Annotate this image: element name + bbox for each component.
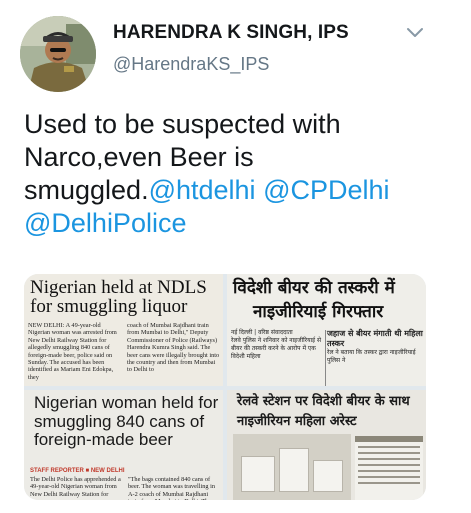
mention-htdelhi[interactable]: @htdelhi bbox=[149, 175, 256, 205]
clipping-byline: STAFF REPORTER ■ NEW DELHI bbox=[30, 468, 125, 474]
media-grid: Nigerian held at NDLS for smuggling liqu… bbox=[24, 274, 426, 500]
mention-delhipolice[interactable]: @DelhiPolice bbox=[24, 208, 186, 238]
photo-box bbox=[279, 448, 309, 492]
photo-box bbox=[313, 460, 343, 492]
clipping-headline: नाइजीरियाई गिरफ्तार bbox=[253, 302, 384, 322]
clipping-photo bbox=[233, 434, 351, 500]
news-clipping-3[interactable]: Nigerian woman held for smuggling 840 ca… bbox=[24, 390, 223, 500]
chevron-down-icon[interactable] bbox=[404, 24, 426, 42]
tweet-text: Used to be suspected with Narco,even Bee… bbox=[24, 108, 454, 240]
clipping-column: NEW DELHI: A 49-year-old Nigerian woman … bbox=[28, 322, 117, 381]
clipping-headline: Nigerian held at NDLS for smuggling liqu… bbox=[30, 277, 207, 317]
news-clipping-4[interactable]: रेलवे स्टेशन पर विदेशी बीयर के साथ नाइजी… bbox=[227, 390, 426, 500]
clipping-columns: NEW DELHI: A 49-year-old Nigerian woman … bbox=[28, 322, 220, 381]
avatar[interactable] bbox=[20, 16, 96, 92]
mention-cpdelhi[interactable]: @CPDelhi bbox=[263, 175, 389, 205]
clipping-sidebar bbox=[355, 436, 423, 500]
clipping-headline: रेलवे स्टेशन पर विदेशी बीयर के साथ नाइजी… bbox=[237, 394, 410, 429]
clipping-column: नई दिल्ली | वरिष्ठ संवाददाता रेलवे पुलिस… bbox=[231, 329, 323, 361]
clipping-column: जहाज से बीयर मंगाती थी महिला तस्कर रेल न… bbox=[327, 329, 423, 365]
clipping-subhead: जहाज से बीयर मंगाती थी महिला तस्कर bbox=[327, 329, 423, 348]
avatar-image bbox=[20, 16, 96, 92]
display-name[interactable]: HARENDRA K SINGH, IPS bbox=[113, 22, 349, 44]
text-line bbox=[358, 458, 420, 460]
clipping-column: The Delhi Police has apprehended a 49-ye… bbox=[30, 476, 121, 498]
text-line bbox=[358, 470, 420, 472]
clipping-body: रेलवे पुलिस ने शनिवार को नाइजीरियाई से ब… bbox=[231, 337, 322, 360]
text-line bbox=[358, 452, 420, 454]
text-line bbox=[358, 446, 420, 448]
clipping-column: coach of Mumbai Rajdhani train from Mumb… bbox=[127, 322, 220, 374]
clipping-headline: विदेशी बीयर की तस्करी में bbox=[233, 278, 395, 298]
clipping-column: "The bags contained 840 cans of beer. Th… bbox=[128, 476, 215, 500]
clipping-columns: The Delhi Police has apprehended a 49-ye… bbox=[30, 476, 220, 500]
clipping-headline: Nigerian woman held for smuggling 840 ca… bbox=[34, 393, 219, 449]
text-line bbox=[358, 464, 420, 466]
news-clipping-1[interactable]: Nigerian held at NDLS for smuggling liqu… bbox=[24, 274, 223, 386]
user-handle[interactable]: @HarendraKS_IPS bbox=[113, 54, 269, 75]
text-line bbox=[358, 482, 420, 484]
text-line bbox=[358, 476, 420, 478]
clipping-body: रेल ने बताया कि तस्कर द्वारा नाइजीरियाई … bbox=[327, 349, 416, 364]
news-clipping-2[interactable]: विदेशी बीयर की तस्करी में नाइजीरियाई गिर… bbox=[227, 274, 426, 386]
clipping-dateline: नई दिल्ली | वरिष्ठ संवाददाता bbox=[231, 329, 293, 336]
photo-box bbox=[241, 456, 275, 492]
column-divider bbox=[325, 330, 326, 386]
tweet-header: HARENDRA K SINGH, IPS @HarendraKS_IPS bbox=[0, 0, 471, 96]
